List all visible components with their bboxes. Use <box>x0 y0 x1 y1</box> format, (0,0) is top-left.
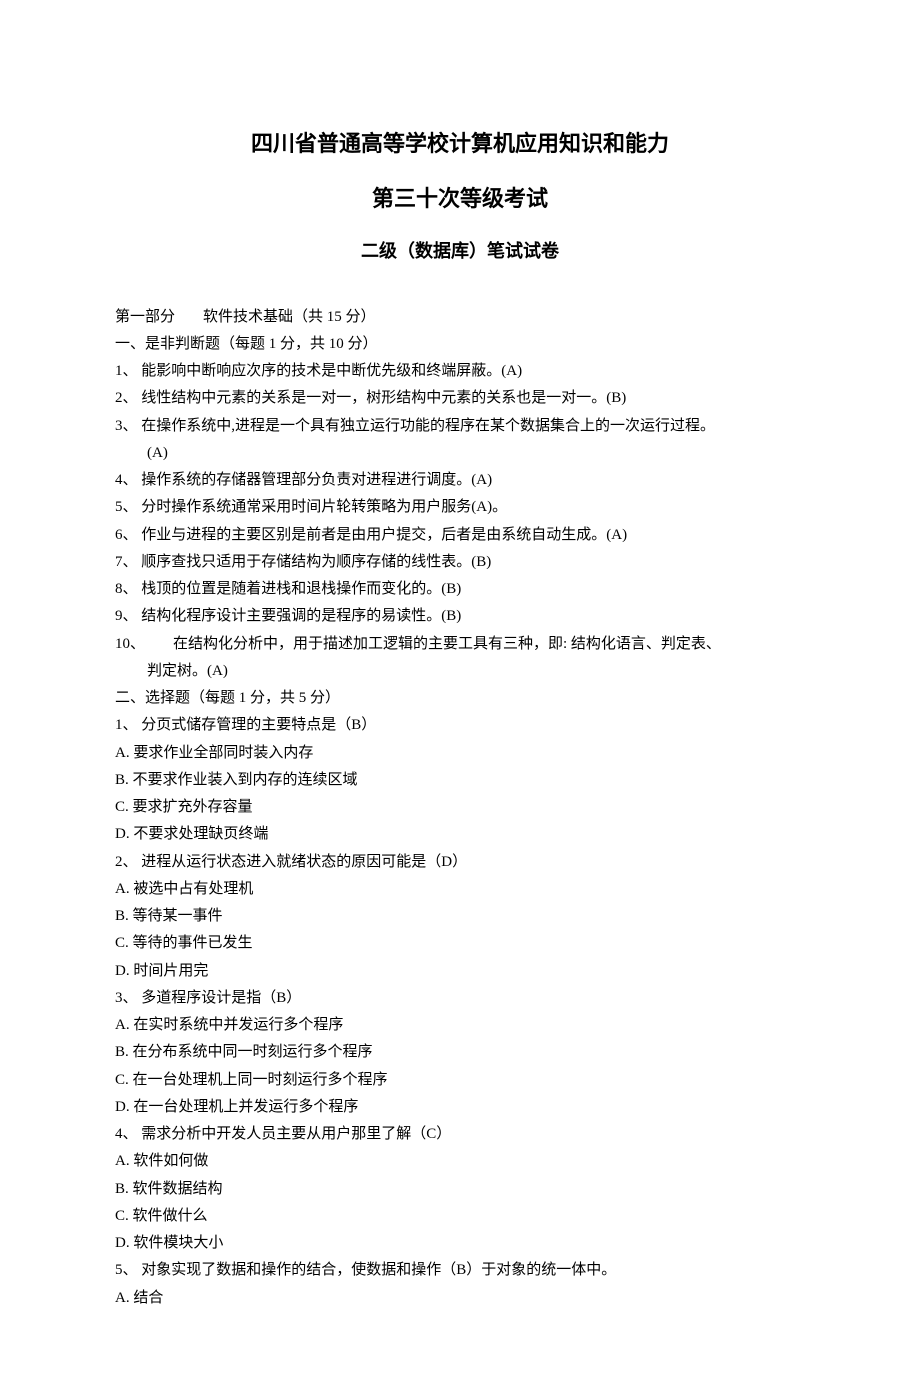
tf-item: 9、 结构化程序设计主要强调的是程序的易读性。(B) <box>115 603 805 629</box>
mc-option: C. 等待的事件已发生 <box>115 930 805 956</box>
tf-item: 7、 顺序查找只适用于存储结构为顺序存储的线性表。(B) <box>115 549 805 575</box>
section2-header: 二、选择题（每题 1 分，共 5 分） <box>115 685 805 711</box>
title-paper: 二级（数据库）笔试试卷 <box>115 236 805 268</box>
tf-item: 10、 在结构化分析中，用于描述加工逻辑的主要工具有三种，即: 结构化语言、判定表… <box>115 631 805 657</box>
mc-option: C. 软件做什么 <box>115 1203 805 1229</box>
tf-item: 6、 作业与进程的主要区别是前者是由用户提交，后者是由系统自动生成。(A) <box>115 522 805 548</box>
tf-item: 1、 能影响中断响应次序的技术是中断优先级和终端屏蔽。(A) <box>115 358 805 384</box>
tf-item-cont: 判定树。(A) <box>115 658 805 684</box>
section1-header: 一、是非判断题（每题 1 分，共 10 分） <box>115 331 805 357</box>
mc-option: A. 要求作业全部同时装入内存 <box>115 740 805 766</box>
tf-item: 8、 栈顶的位置是随着进栈和退栈操作而变化的。(B) <box>115 576 805 602</box>
tf-item10-prefix: 10、 <box>115 636 145 652</box>
title-main: 四川省普通高等学校计算机应用知识和能力 <box>115 125 805 164</box>
mc-question: 2、 进程从运行状态进入就绪状态的原因可能是（D） <box>115 849 805 875</box>
mc-option: A. 软件如何做 <box>115 1148 805 1174</box>
tf-item: 3、 在操作系统中,进程是一个具有独立运行功能的程序在某个数据集合上的一次运行过… <box>115 413 805 439</box>
part1-suffix: 软件技术基础（共 15 分） <box>203 309 376 325</box>
mc-option: D. 在一台处理机上并发运行多个程序 <box>115 1094 805 1120</box>
mc-option: B. 软件数据结构 <box>115 1176 805 1202</box>
mc-question: 1、 分页式储存管理的主要特点是（B） <box>115 712 805 738</box>
mc-option: D. 软件模块大小 <box>115 1230 805 1256</box>
tf-item-cont: (A) <box>115 440 805 466</box>
mc-question: 5、 对象实现了数据和操作的结合，使数据和操作（B）于对象的统一体中。 <box>115 1257 805 1283</box>
mc-option: D. 不要求处理缺页终端 <box>115 821 805 847</box>
mc-option: C. 在一台处理机上同一时刻运行多个程序 <box>115 1067 805 1093</box>
mc-option: A. 结合 <box>115 1285 805 1311</box>
part1-header: 第一部分 软件技术基础（共 15 分） <box>115 304 805 330</box>
part1-prefix: 第一部分 <box>115 309 175 325</box>
tf-item: 5、 分时操作系统通常采用时间片轮转策略为用户服务(A)。 <box>115 494 805 520</box>
mc-question: 3、 多道程序设计是指（B） <box>115 985 805 1011</box>
title-sub: 第三十次等级考试 <box>115 180 805 219</box>
mc-option: D. 时间片用完 <box>115 958 805 984</box>
mc-option: B. 在分布系统中同一时刻运行多个程序 <box>115 1039 805 1065</box>
mc-option: B. 不要求作业装入到内存的连续区域 <box>115 767 805 793</box>
mc-option: A. 在实时系统中并发运行多个程序 <box>115 1012 805 1038</box>
mc-option: A. 被选中占有处理机 <box>115 876 805 902</box>
mc-option: B. 等待某一事件 <box>115 903 805 929</box>
mc-question: 4、 需求分析中开发人员主要从用户那里了解（C） <box>115 1121 805 1147</box>
tf-item: 4、 操作系统的存储器管理部分负责对进程进行调度。(A) <box>115 467 805 493</box>
tf-item10-text: 在结构化分析中，用于描述加工逻辑的主要工具有三种，即: 结构化语言、判定表、 <box>173 636 721 652</box>
mc-option: C. 要求扩充外存容量 <box>115 794 805 820</box>
tf-item: 2、 线性结构中元素的关系是一对一，树形结构中元素的关系也是一对一。(B) <box>115 385 805 411</box>
